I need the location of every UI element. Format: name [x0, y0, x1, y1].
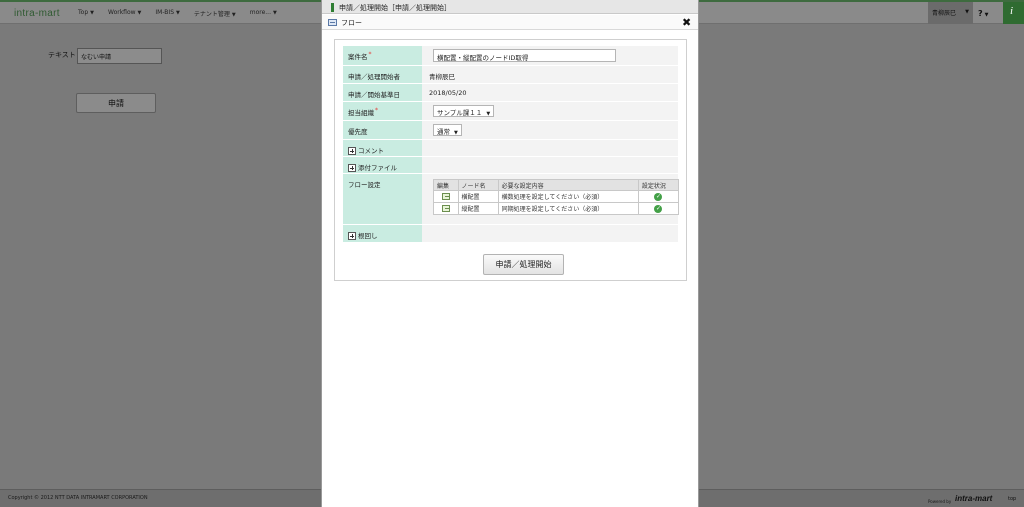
caret-down-icon: ▼ [231, 12, 236, 18]
nav-item-more[interactable]: more... ▼ [250, 9, 277, 18]
base-date-value: 2018/05/20 [429, 89, 467, 97]
apply-button[interactable]: 申請 [76, 93, 156, 113]
submit-start-button[interactable]: 申請／処理開始 [483, 254, 564, 275]
row-flow-setting: フロー設定 編集 ノード名 必要な設定内容 設定状況 横配置 横数処理を設定して… [343, 174, 680, 224]
matter-name-label: 案件名* [343, 46, 422, 65]
comment-toggle[interactable]: コメント [343, 140, 422, 156]
organization-label: 担当組織* [343, 102, 422, 120]
main-nav: Top ▼ Workflow ▼ IM-BIS ▼ テナント管理 ▼ more... ▼ [78, 9, 277, 18]
applicant-label: 申請／処理開始者 [343, 66, 422, 83]
required-setting: 同期処理を設定してください（必須） [497, 202, 639, 215]
expand-plus-icon [348, 164, 356, 172]
user-menu[interactable]: 青柳辰巳 ▼ [928, 2, 973, 24]
help-menu[interactable]: ? ▼ [978, 9, 989, 18]
node-name: 横配置 [457, 190, 499, 203]
col-header-node: ノード名 [457, 179, 499, 191]
close-icon[interactable]: ✖ [682, 16, 691, 29]
nav-item-workflow[interactable]: Workflow ▼ [108, 9, 141, 18]
text-label: テキスト [48, 51, 76, 59]
required-mark: * [375, 107, 378, 114]
intra-mart-footer-logo: intra-mart [955, 494, 993, 503]
dialog-title: 申請／処理開始［申請／処理開始］ [339, 4, 451, 12]
caret-down-icon: ▼ [486, 111, 491, 117]
title-mark-icon [331, 3, 334, 12]
applicant-value: 青柳辰巳 [429, 73, 455, 81]
row-organization: 担当組織* サンプル課１１ ▼ [343, 102, 678, 120]
check-icon: ✓ [654, 204, 663, 213]
flow-setting-table: 編集 ノード名 必要な設定内容 設定状況 横配置 横数処理を設定してください（必… [433, 179, 680, 215]
row-comment: コメント [343, 140, 678, 156]
page-top-link[interactable]: top [1008, 496, 1016, 502]
dialog-subtitle: フロー [341, 19, 362, 27]
info-icon: i [1010, 5, 1014, 17]
table-row: 横配置 横数処理を設定してください（必須） ✓ [433, 190, 680, 203]
row-priority: 優先度 通常 ▼ [343, 121, 678, 139]
caret-down-icon: ▼ [137, 10, 142, 16]
row-base-date: 申請／開始基準日 2018/05/20 [343, 84, 678, 101]
copyright-text: Copyright © 2012 NTT DATA INTRAMART CORP… [8, 495, 148, 501]
node-name: 縦配置 [457, 202, 499, 215]
base-date-label: 申請／開始基準日 [343, 84, 422, 101]
col-header-content: 必要な設定内容 [497, 179, 639, 191]
organization-select[interactable]: サンプル課１１ ▼ [433, 105, 495, 117]
flow-icon [328, 19, 337, 26]
caret-down-icon: ▼ [90, 10, 94, 16]
row-attachment: 添付ファイル [343, 157, 678, 173]
row-pullback: 根回し [343, 225, 678, 242]
flow-setting-label: フロー設定 [343, 174, 422, 224]
col-header-edit: 編集 [433, 179, 459, 191]
caret-down-icon: ▼ [273, 10, 277, 16]
dialog-subheader: フロー ✖ [322, 15, 698, 30]
check-icon: ✓ [654, 192, 663, 201]
row-matter-name: 案件名* 横配置・縦配置のノードID取得 [343, 46, 678, 65]
caret-down-icon: ▼ [965, 9, 969, 15]
intra-mart-logo[interactable]: intra-mart [14, 8, 60, 19]
nav-item-top[interactable]: Top ▼ [78, 9, 94, 18]
caret-down-icon: ▼ [176, 10, 180, 16]
required-setting: 横数処理を設定してください（必須） [497, 190, 639, 203]
caret-down-icon: ▼ [454, 130, 458, 136]
caret-down-icon: ▼ [984, 12, 989, 18]
flow-form-panel: 案件名* 横配置・縦配置のノードID取得 申請／処理開始者 青柳辰巳 申請／開始… [334, 39, 687, 281]
nav-item-tenant[interactable]: テナント管理 ▼ [194, 9, 236, 18]
info-button[interactable]: i [1003, 2, 1024, 24]
priority-label: 優先度 [343, 121, 422, 139]
flow-dialog: 申請／処理開始［申請／処理開始］ フロー ✖ 案件名* 横配置・縦配置のノードI… [321, 0, 699, 507]
priority-select[interactable]: 通常 ▼ [433, 124, 462, 136]
row-applicant: 申請／処理開始者 青柳辰巳 [343, 66, 678, 83]
dialog-title-bar: 申請／処理開始［申請／処理開始］ [322, 0, 698, 14]
edit-icon[interactable] [441, 205, 450, 212]
required-mark: * [368, 51, 372, 58]
expand-plus-icon [348, 232, 356, 240]
expand-plus-icon [348, 147, 356, 155]
pullback-toggle[interactable]: 根回し [343, 225, 422, 242]
edit-icon[interactable] [441, 193, 450, 200]
table-row: 縦配置 同期処理を設定してください（必須） ✓ [433, 202, 680, 215]
attachment-toggle[interactable]: 添付ファイル [343, 157, 422, 173]
text-input[interactable]: なむい申請 [77, 48, 162, 64]
nav-item-im-bis[interactable]: IM-BIS ▼ [155, 9, 179, 18]
col-header-status: 設定状況 [637, 179, 680, 191]
matter-name-input[interactable]: 横配置・縦配置のノードID取得 [433, 49, 616, 62]
powered-by-text: Powered by [928, 499, 952, 504]
